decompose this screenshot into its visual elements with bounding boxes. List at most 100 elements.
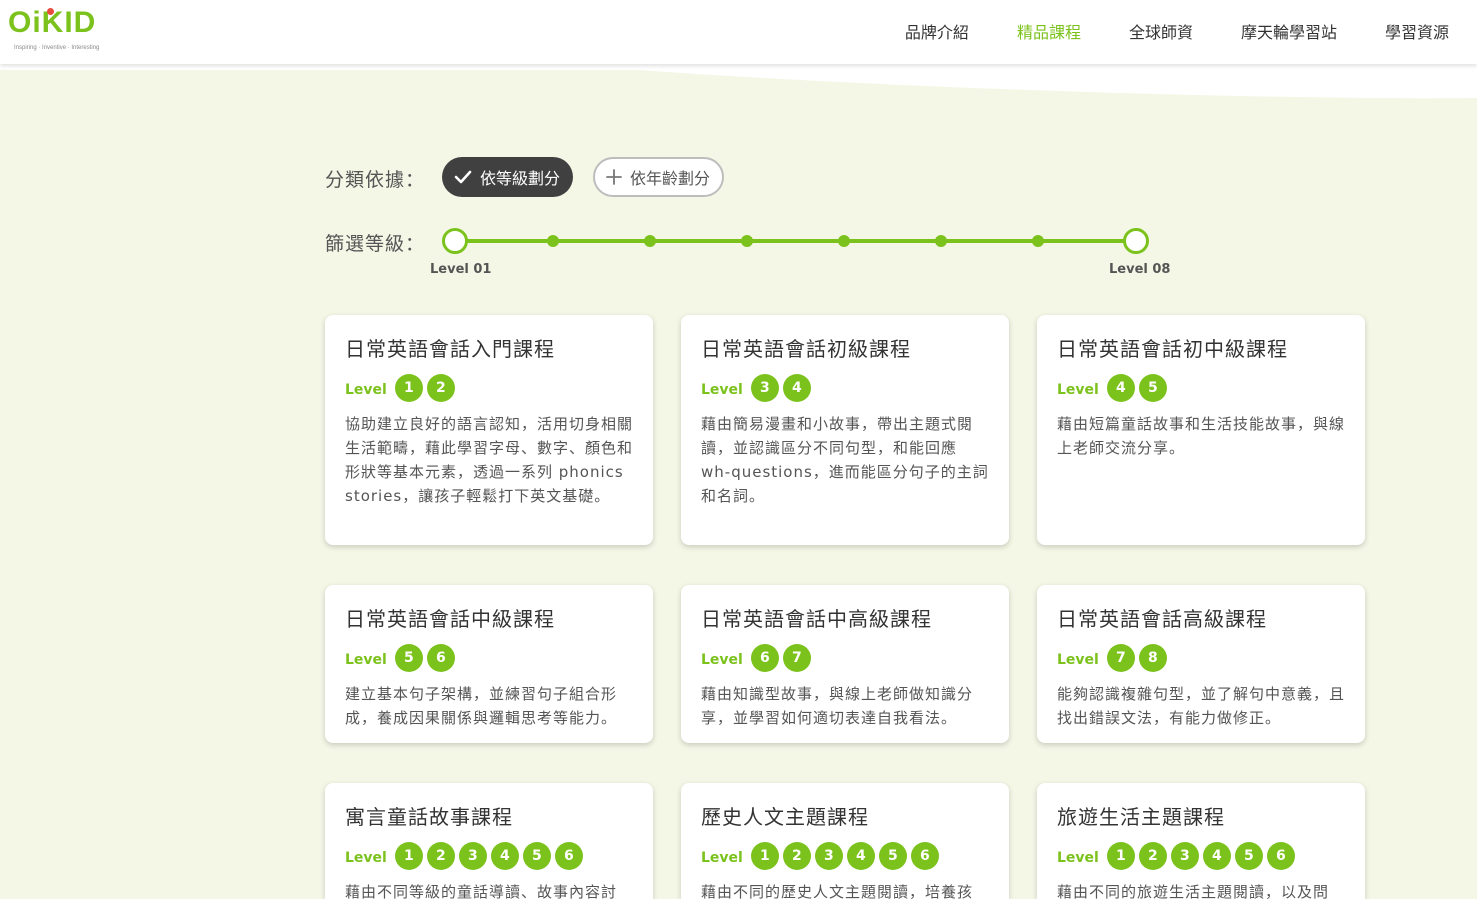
course-description: 藉由不同的歷史人文主題閱讀，培養孩 [701,883,974,899]
level-badge: 4 [490,842,519,870]
header-wave-decoration [0,64,1477,99]
level-badge: 7 [782,644,811,672]
level-badge: 3 [814,842,843,870]
logo-dot-icon [47,8,54,15]
slider-handle-min[interactable] [442,228,468,254]
level-badge: 4 [782,374,811,402]
level-badge: 3 [750,374,779,402]
slider-tick-6 [935,235,947,247]
nav-item-teachers[interactable]: 全球師資 [1129,19,1193,43]
site-header: OiKID Inspiring · Inventive · Interestin… [0,0,1477,64]
level-word: Level [701,652,743,668]
course-card[interactable]: 日常英語會話初級課程 Level 3 4 藉由簡易漫畫和小故事，帶出主題式閱讀，… [681,315,1009,545]
level-badge: 2 [1138,842,1167,870]
course-title: 歷史人文主題課程 [701,805,869,829]
level-badge: 4 [846,842,875,870]
plus-icon [606,169,622,185]
level-badge: 4 [1106,374,1135,402]
level-word: Level [1057,382,1099,398]
course-title: 日常英語會話入門課程 [345,337,555,361]
course-card[interactable]: 歷史人文主題課程 Level 1 2 3 4 5 6 藉由不同的歷史人文主題閱讀… [681,783,1009,899]
course-levels: Level 1 2 3 4 5 6 [701,842,989,870]
nav-item-resources[interactable]: 學習資源 [1385,19,1449,43]
level-badge: 8 [1138,644,1167,672]
range-max-label: Level 08 [1109,262,1171,277]
course-description: 藉由不同等級的童話導讀、故事內容討 [345,883,618,899]
course-title: 日常英語會話中級課程 [345,607,555,631]
course-description: 能夠認識複雜句型，並了解句中意義，且找出錯誤文法，有能力做修正。 [1057,685,1346,727]
level-badge: 5 [522,842,551,870]
level-badge: 1 [750,842,779,870]
level-badge: 6 [1266,842,1295,870]
level-word: Level [345,850,387,866]
by-level-label: 依等級劃分 [480,169,561,188]
level-badge: 2 [782,842,811,870]
course-card[interactable]: 日常英語會話中高級課程 Level 6 7 藉由知識型故事，與線上老師做知識分享… [681,585,1009,743]
slider-tick-4 [741,235,753,247]
slider-handle-max[interactable] [1123,228,1149,254]
slider-tick-7 [1032,235,1044,247]
level-badge: 2 [426,842,455,870]
nav-item-ferris-wheel-station[interactable]: 摩天輪學習站 [1241,19,1337,43]
logo[interactable]: OiKID Inspiring · Inventive · Interestin… [8,6,108,56]
course-card[interactable]: 日常英語會話入門課程 Level 1 2 協助建立良好的語言認知，活用切身相關生… [325,315,653,545]
level-word: Level [701,382,743,398]
course-card[interactable]: 旅遊生活主題課程 Level 1 2 3 4 5 6 藉由不同的旅遊生活主題閱讀… [1037,783,1365,899]
level-filter-label: 篩選等級： [325,233,426,255]
level-word: Level [701,850,743,866]
slider-tick-2 [547,235,559,247]
course-levels: Level 7 8 [1057,644,1345,672]
course-description: 藉由短篇童話故事和生活技能故事，與線上老師交流分享。 [1057,415,1346,457]
level-badge: 1 [394,842,423,870]
course-card[interactable]: 寓言童話故事課程 Level 1 2 3 4 5 6 藉由不同等級的童話導讀、故… [325,783,653,899]
range-min-label: Level 01 [430,262,492,277]
course-levels: Level 5 6 [345,644,633,672]
slider-tick-5 [838,235,850,247]
course-title: 日常英語會話高級課程 [1057,607,1267,631]
level-badge: 6 [426,644,455,672]
level-range-slider[interactable] [442,228,1149,254]
level-word: Level [345,382,387,398]
level-badge: 5 [394,644,423,672]
nav-item-courses[interactable]: 精品課程 [1017,19,1081,43]
level-badge: 2 [426,374,455,402]
level-badge: 6 [554,842,583,870]
course-description: 建立基本句子架構，並練習句子組合形成，養成因果關係與邏輯思考等能力。 [345,685,618,727]
course-levels: Level 3 4 [701,374,989,402]
main-nav: 品牌介紹 精品課程 全球師資 摩天輪學習站 學習資源 [857,0,1449,62]
level-badge: 1 [394,374,423,402]
level-badge: 4 [1202,842,1231,870]
course-levels: Level 1 2 [345,374,633,402]
by-level-chip[interactable]: 依等級劃分 [442,157,573,197]
course-card[interactable]: 日常英語會話初中級課程 Level 4 5 藉由短篇童話故事和生活技能故事，與線… [1037,315,1365,545]
level-badge: 1 [1106,842,1135,870]
level-badge: 5 [1234,842,1263,870]
course-card[interactable]: 日常英語會話中級課程 Level 5 6 建立基本句子架構，並練習句子組合形成，… [325,585,653,743]
by-age-label: 依年齡劃分 [630,169,711,188]
level-badge: 3 [1170,842,1199,870]
course-card[interactable]: 日常英語會話高級課程 Level 7 8 能夠認識複雜句型，並了解句中意義，且找… [1037,585,1365,743]
level-badge: 7 [1106,644,1135,672]
course-title: 日常英語會話初級課程 [701,337,911,361]
course-description: 協助建立良好的語言認知，活用切身相關生活範疇，藉此學習字母、數字、顏色和形狀等基… [345,415,634,505]
course-levels: Level 1 2 3 4 5 6 [345,842,633,870]
level-badge: 5 [1138,374,1167,402]
level-word: Level [1057,652,1099,668]
check-icon [454,170,472,184]
level-badge: 6 [750,644,779,672]
slider-tick-3 [644,235,656,247]
by-age-chip[interactable]: 依年齡劃分 [593,157,724,197]
course-description: 藉由簡易漫畫和小故事，帶出主題式閱讀，並認識區分不同句型，和能回應 wh-que… [701,415,989,505]
level-word: Level [1057,850,1099,866]
level-badge: 5 [878,842,907,870]
course-title: 日常英語會話中高級課程 [701,607,932,631]
course-description: 藉由不同的旅遊生活主題閱讀，以及問 [1057,883,1330,899]
course-title: 旅遊生活主題課程 [1057,805,1225,829]
course-levels: Level 4 5 [1057,374,1345,402]
level-badge: 3 [458,842,487,870]
course-levels: Level 6 7 [701,644,989,672]
nav-item-brand[interactable]: 品牌介紹 [905,19,969,43]
course-title: 日常英語會話初中級課程 [1057,337,1288,361]
course-description: 藉由知識型故事，與線上老師做知識分享，並學習如何適切表達自我看法。 [701,685,974,727]
course-levels: Level 1 2 3 4 5 6 [1057,842,1345,870]
